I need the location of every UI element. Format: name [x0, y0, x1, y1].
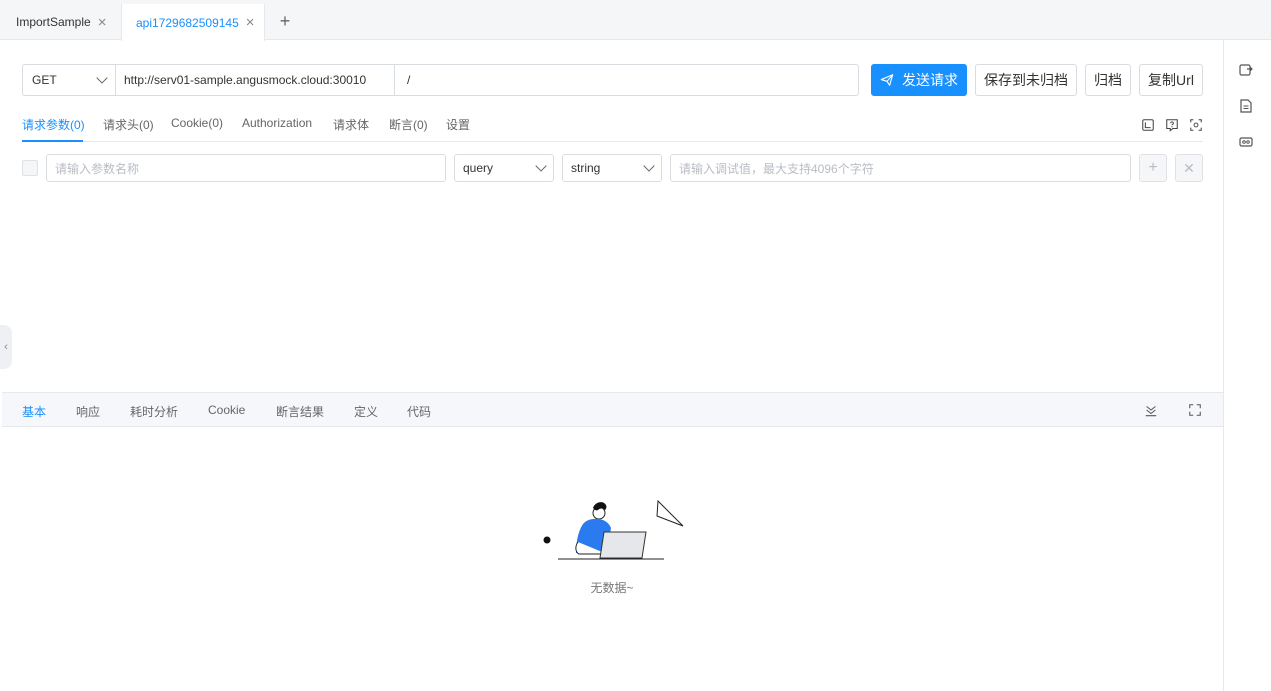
method-select[interactable]: GET [23, 65, 116, 95]
send-icon [880, 74, 894, 86]
tab-assertions[interactable]: 断言(0) [389, 116, 428, 133]
tab-settings[interactable]: 设置 [446, 116, 470, 133]
tab-response-cookie[interactable]: Cookie [208, 403, 245, 417]
param-in-value: query [463, 161, 494, 175]
server-url-input[interactable]: http://serv01-sample.angusmock.cloud:300… [116, 65, 395, 95]
url-bar: GET http://serv01-sample.angusmock.cloud… [22, 64, 859, 96]
param-type-value: string [571, 161, 601, 175]
tab-definition[interactable]: 定义 [354, 403, 378, 420]
tab-timing[interactable]: 耗时分析 [130, 403, 178, 420]
sidebar-collapse-handle[interactable]: ‹ [0, 325, 12, 369]
param-value-input[interactable]: 请输入调试值，最大支持4096个字符 [670, 154, 1131, 182]
tab-import-sample[interactable]: ImportSample × [2, 4, 120, 40]
variable-icon[interactable] [1238, 134, 1254, 150]
param-type-select[interactable]: string [562, 154, 662, 182]
param-enable-checkbox[interactable] [22, 160, 38, 176]
tab-params[interactable]: 请求参数(0) [22, 116, 85, 133]
tab-response[interactable]: 响应 [76, 403, 100, 420]
tab-cookie[interactable]: Cookie(0) [171, 116, 223, 130]
api-sync-icon[interactable] [1238, 62, 1254, 78]
send-label: 发送请求 [902, 72, 958, 88]
send-request-button[interactable]: 发送请求 [871, 64, 967, 96]
add-tab-button[interactable]: + [274, 8, 296, 34]
tab-code[interactable]: 代码 [407, 403, 431, 420]
document-icon[interactable] [1238, 98, 1254, 114]
tab-label: api1729682509145 [136, 15, 239, 30]
code-editor-icon[interactable] [1141, 118, 1155, 132]
response-tabs: 基本 响应 耗时分析 Cookie 断言结果 定义 代码 [2, 392, 1223, 427]
close-icon[interactable]: × [98, 15, 107, 30]
tab-authorization[interactable]: Authorization [242, 116, 312, 130]
empty-state-illustration [543, 499, 684, 560]
active-tab-indicator [22, 140, 83, 142]
close-icon[interactable]: × [246, 15, 255, 30]
fullscreen-icon[interactable] [1188, 403, 1202, 417]
tab-label: ImportSample [16, 15, 91, 29]
scan-icon[interactable] [1189, 118, 1203, 132]
tab-bar: ImportSample × api1729682509145 × + [0, 0, 1271, 41]
add-param-button[interactable]: + [1139, 154, 1167, 182]
param-name-input[interactable]: 请输入参数名称 [46, 154, 446, 182]
empty-state-text: 无数据~ [590, 581, 634, 595]
tab-body[interactable]: 请求体 [333, 116, 369, 133]
param-in-select[interactable]: query [454, 154, 554, 182]
chevron-down-icon [535, 160, 547, 172]
right-rail [1223, 40, 1271, 691]
tab-assert-results[interactable]: 断言结果 [276, 403, 324, 420]
chevron-down-icon [643, 160, 655, 172]
tab-api[interactable]: api1729682509145 × [121, 4, 265, 41]
request-tabs: 请求参数(0) 请求头(0) Cookie(0) Authorization 请… [22, 110, 1203, 142]
path-input[interactable]: / [395, 65, 858, 95]
save-unarchived-button[interactable]: 保存到未归档 [975, 64, 1077, 96]
delete-param-button[interactable]: ✕ [1175, 154, 1203, 182]
copy-url-button[interactable]: 复制Url [1139, 64, 1203, 96]
chevron-down-icon [96, 72, 108, 84]
tab-headers[interactable]: 请求头(0) [103, 116, 154, 133]
help-icon[interactable] [1165, 118, 1179, 132]
method-value: GET [32, 73, 57, 87]
archive-button[interactable]: 归档 [1085, 64, 1131, 96]
tab-basic[interactable]: 基本 [22, 403, 46, 420]
collapse-down-icon[interactable] [1144, 403, 1158, 417]
